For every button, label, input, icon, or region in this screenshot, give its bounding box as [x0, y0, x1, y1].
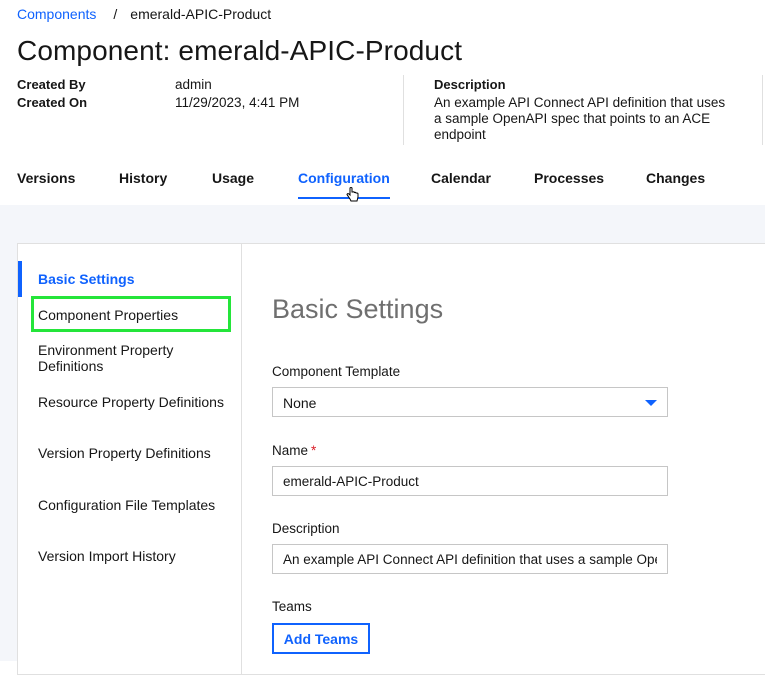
tab-changes[interactable]: Changes: [646, 170, 705, 198]
name-label-text: Name: [272, 443, 309, 458]
sidenav-item-basic-settings[interactable]: Basic Settings: [38, 271, 228, 287]
meta-divider: [403, 75, 404, 145]
breadcrumb-components-link[interactable]: Components: [17, 6, 96, 22]
name-input[interactable]: [272, 466, 668, 496]
sidenav-item-configuration-file-templates[interactable]: Configuration File Templates: [38, 497, 228, 513]
component-template-select[interactable]: None: [272, 387, 668, 417]
tab-history[interactable]: History: [119, 170, 167, 198]
created-by-label: Created By: [17, 77, 86, 92]
configuration-sidenav: Basic Settings Component Properties Envi…: [18, 244, 242, 674]
hand-pointer-icon: [346, 187, 359, 202]
add-teams-button[interactable]: Add Teams: [272, 623, 370, 654]
breadcrumb-current: emerald-APIC-Product: [130, 6, 272, 22]
created-by-value: admin: [175, 77, 212, 92]
sidenav-item-component-properties[interactable]: Component Properties: [38, 307, 228, 323]
name-label: Name *: [272, 443, 316, 458]
active-nav-indicator: [18, 261, 22, 297]
created-on-label: Created On: [17, 95, 88, 110]
tab-processes[interactable]: Processes: [534, 170, 604, 198]
sidenav-item-version-property-definitions[interactable]: Version Property Definitions: [38, 445, 228, 461]
description-value: An example API Connect API definition th…: [434, 95, 726, 142]
meta-divider-right: [762, 75, 763, 145]
section-title: Basic Settings: [272, 294, 444, 324]
sidenav-item-environment-property-definitions[interactable]: Environment Property Definitions: [38, 342, 228, 374]
tab-bar: Versions History Usage Configuration Cal…: [0, 170, 765, 204]
created-on-value: 11/29/2023, 4:41 PM: [175, 95, 300, 110]
description-label: Description: [434, 77, 506, 92]
tab-configuration[interactable]: Configuration: [298, 170, 390, 199]
configuration-panel: Basic Settings Component Properties Envi…: [17, 243, 765, 675]
description-input[interactable]: [272, 544, 668, 574]
breadcrumb: Components / emerald-APIC-Product: [17, 6, 271, 22]
chevron-down-icon: [645, 400, 657, 406]
sidenav-item-resource-property-definitions[interactable]: Resource Property Definitions: [38, 394, 228, 410]
description-field-label: Description: [272, 521, 340, 536]
required-indicator: *: [311, 443, 317, 458]
teams-label: Teams: [272, 599, 312, 614]
breadcrumb-separator: /: [113, 6, 118, 22]
component-template-value: None: [283, 395, 317, 411]
tab-usage[interactable]: Usage: [212, 170, 254, 198]
tab-calendar[interactable]: Calendar: [431, 170, 491, 198]
page-title: Component: emerald-APIC-Product: [17, 35, 463, 66]
sidenav-item-version-import-history[interactable]: Version Import History: [38, 548, 228, 564]
component-template-label: Component Template: [272, 364, 401, 379]
tab-versions[interactable]: Versions: [17, 170, 75, 198]
